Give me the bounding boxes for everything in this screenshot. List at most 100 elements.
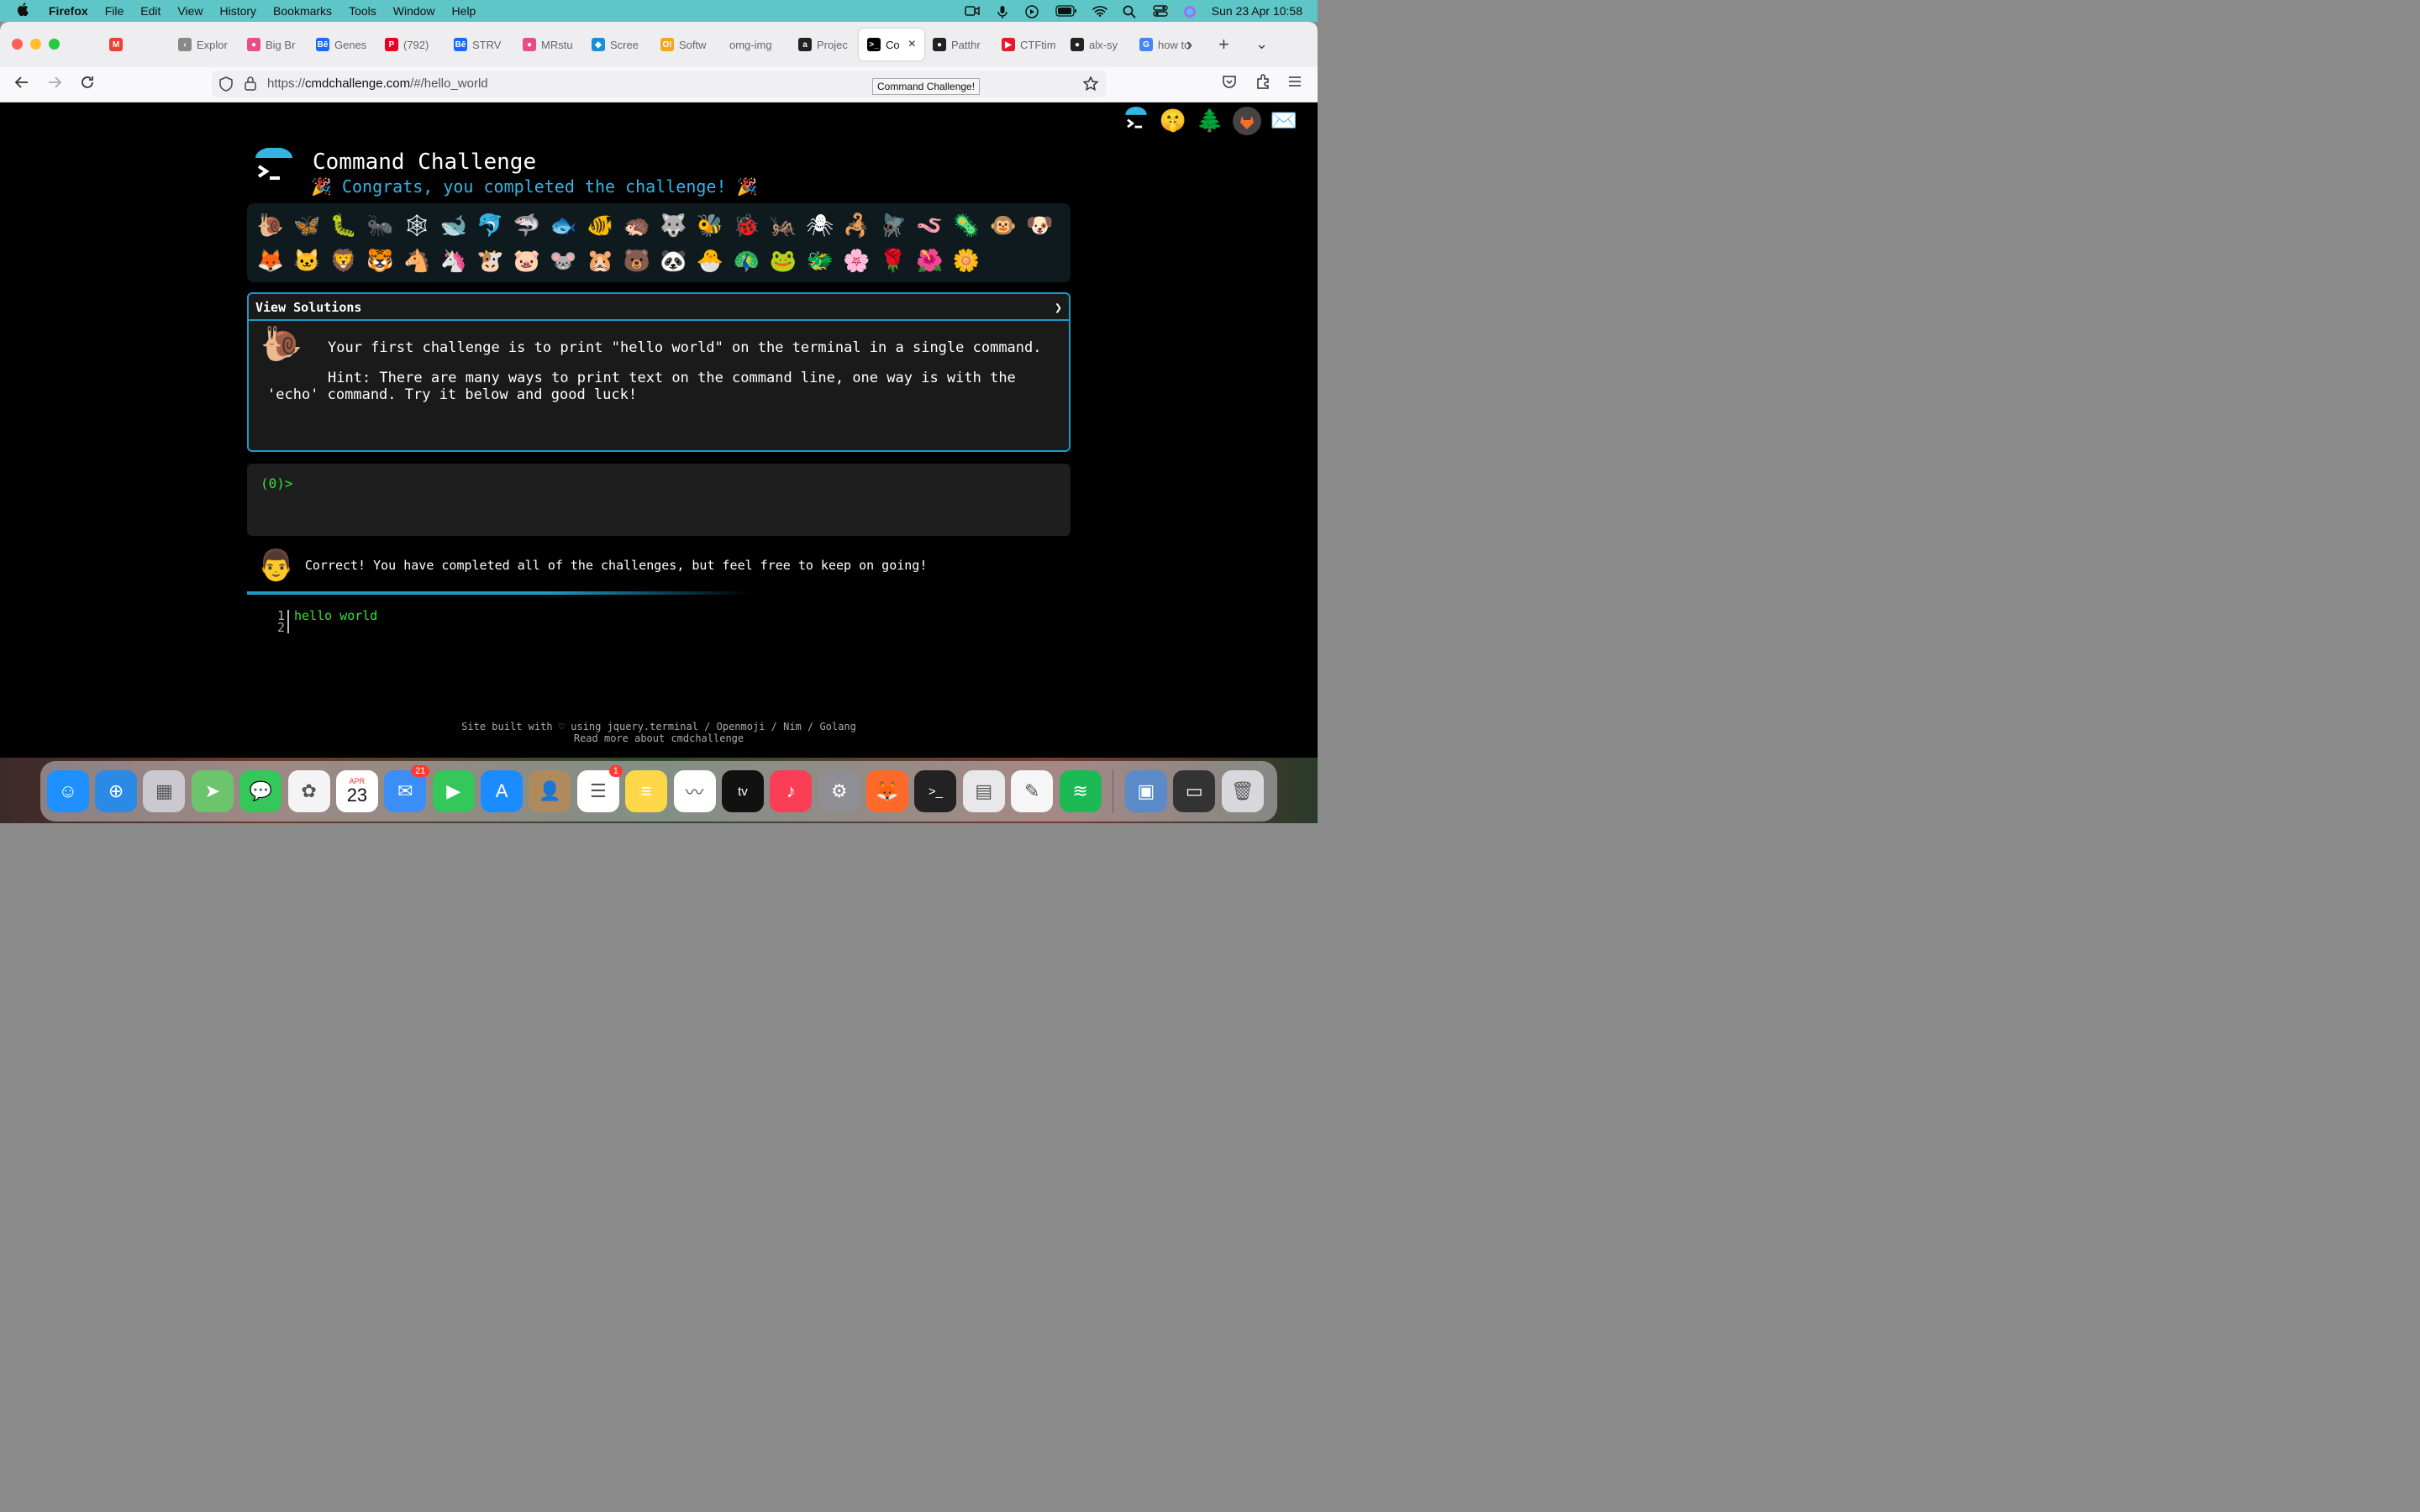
pocket-icon[interactable] <box>1222 74 1237 94</box>
menu-view[interactable]: View <box>177 4 203 18</box>
challenge-badge[interactable]: 🐵 <box>985 208 1022 244</box>
menu-tools[interactable]: Tools <box>349 4 376 18</box>
terminal-input[interactable]: (0)> <box>247 464 1071 536</box>
shushing-face-icon[interactable]: 🤫 <box>1158 106 1188 136</box>
terminal-logo-icon[interactable] <box>1121 106 1151 136</box>
challenge-badge[interactable]: 🐝 <box>692 208 729 244</box>
firefox-icon[interactable]: 🦊 <box>866 770 909 812</box>
photos-icon[interactable]: ✿ <box>287 770 330 812</box>
challenge-badge[interactable]: 🌺 <box>912 244 949 279</box>
app-store-icon[interactable]: A <box>481 770 523 812</box>
challenge-badge[interactable]: 🐜 <box>362 208 399 244</box>
browser-tab[interactable]: ‹ Explor <box>170 29 239 60</box>
challenge-badge[interactable]: 🦚 <box>729 244 765 279</box>
challenge-badge[interactable]: 🪱 <box>912 208 949 244</box>
safari-icon[interactable]: ⊕ <box>95 770 138 812</box>
challenge-badge[interactable]: 🐯 <box>362 244 399 279</box>
challenge-badge[interactable]: 🐶 <box>1021 208 1058 244</box>
browser-tab[interactable]: omg-img <box>721 29 790 60</box>
now-playing-icon[interactable] <box>1025 5 1040 18</box>
challenge-badge[interactable]: 🐌 <box>252 208 289 244</box>
challenge-badge[interactable]: 🐣 <box>692 244 729 279</box>
challenge-badge[interactable]: 🦁 <box>325 244 362 279</box>
challenge-badge[interactable]: 🐱 <box>289 244 326 279</box>
lock-icon[interactable] <box>244 76 257 95</box>
hamburger-menu-icon[interactable] <box>1287 74 1302 94</box>
browser-tab[interactable]: M <box>101 29 170 60</box>
challenge-badge[interactable]: 🦠 <box>948 208 985 244</box>
browser-tab[interactable]: ● Patthr <box>924 29 993 60</box>
close-window-button[interactable] <box>12 39 23 50</box>
bookmark-star-icon[interactable] <box>1082 76 1099 97</box>
reminders-icon[interactable]: ☰ 1 <box>576 765 623 812</box>
challenge-badge[interactable]: 🦄 <box>435 244 472 279</box>
messages-icon[interactable]: 💬 <box>239 770 282 812</box>
control-center-icon[interactable] <box>1153 5 1170 17</box>
challenge-badge[interactable]: 🕸 <box>398 208 435 244</box>
browser-tab[interactable]: ▶ CTFtim <box>993 29 1062 60</box>
browser-tab[interactable]: ● alx-sy <box>1062 29 1131 60</box>
minimize-window-button[interactable] <box>30 39 41 50</box>
preview-icon[interactable]: ▤ <box>962 770 1005 812</box>
spotlight-search-icon[interactable] <box>1123 5 1138 18</box>
challenge-badge[interactable]: 🐬 <box>472 208 509 244</box>
challenge-badge[interactable]: 🐮 <box>472 244 509 279</box>
siri-icon[interactable] <box>1183 5 1197 18</box>
apple-menu-icon[interactable] <box>17 2 35 20</box>
system-settings-icon[interactable]: ⚙ <box>818 770 860 812</box>
extensions-icon[interactable] <box>1255 74 1270 94</box>
challenge-badge[interactable]: 🪰 <box>875 208 912 244</box>
challenge-badge[interactable]: 🐋 <box>435 208 472 244</box>
browser-tab[interactable]: >_ Co × <box>859 29 924 60</box>
reload-button[interactable] <box>79 74 96 96</box>
gitlab-icon[interactable] <box>1232 106 1262 136</box>
trash-icon[interactable]: 🗑 <box>1221 770 1264 812</box>
read-more-link[interactable]: Read more about cmdchallenge <box>0 732 1318 744</box>
challenge-badge[interactable]: 🐲 <box>802 244 839 279</box>
challenge-badge[interactable]: 🐴 <box>398 244 435 279</box>
recent-screenshot-icon[interactable]: ▭ <box>1173 770 1216 812</box>
menu-history[interactable]: History <box>219 4 256 18</box>
challenge-badge[interactable]: 🦂 <box>839 208 876 244</box>
browser-tab[interactable]: Bē Genes <box>308 29 376 60</box>
back-button[interactable] <box>13 74 30 96</box>
folder-stack-icon[interactable]: ▣ <box>1124 770 1167 812</box>
browser-tab[interactable]: ◆ Scree <box>583 29 652 60</box>
challenge-badge[interactable]: 🐺 <box>655 208 692 244</box>
challenge-badge[interactable]: 🐻 <box>618 244 655 279</box>
mail-icon[interactable]: ✉ 21 <box>384 765 430 812</box>
menu-help[interactable]: Help <box>452 4 476 18</box>
spotify-icon[interactable]: ≋ <box>1059 770 1102 812</box>
notes-icon[interactable]: ≡ <box>625 770 668 812</box>
forward-button[interactable] <box>46 74 63 96</box>
challenge-badge[interactable]: 🐸 <box>765 244 802 279</box>
challenge-badge[interactable]: 🐷 <box>508 244 545 279</box>
textedit-icon[interactable]: ✎ <box>1011 770 1054 812</box>
challenge-badge[interactable]: 🐭 <box>545 244 582 279</box>
tracking-protection-shield-icon[interactable] <box>218 76 234 96</box>
new-tab-button[interactable]: + <box>1218 34 1229 55</box>
finder-icon[interactable]: ☺ <box>46 770 89 812</box>
challenge-badge[interactable]: 🕷 <box>802 208 839 244</box>
browser-tab[interactable]: Bē STRV <box>445 29 514 60</box>
freeform-icon[interactable]: 〰 <box>673 770 716 812</box>
challenge-badge[interactable]: 🐛 <box>325 208 362 244</box>
challenge-badge[interactable]: 🐼 <box>655 244 692 279</box>
music-icon[interactable]: ♪ <box>770 770 813 812</box>
apple-tv-icon[interactable]: tv <box>721 770 764 812</box>
challenge-badge[interactable]: 🦊 <box>252 244 289 279</box>
chevron-right-icon[interactable]: ❯ <box>1055 300 1062 315</box>
challenge-badge[interactable]: 🦈 <box>508 208 545 244</box>
list-all-tabs-button[interactable]: ⌄ <box>1255 35 1268 53</box>
menu-bookmarks[interactable]: Bookmarks <box>273 4 332 18</box>
browser-tab[interactable]: P (792) <box>376 29 445 60</box>
challenge-badge[interactable]: 🦋 <box>289 208 326 244</box>
launchpad-icon[interactable]: ▦ <box>143 770 186 812</box>
view-solutions-toggle[interactable]: View Solutions ❯ <box>249 294 1069 321</box>
menu-file[interactable]: File <box>105 4 124 18</box>
tab-scroll-right-icon[interactable]: › <box>1186 34 1192 55</box>
maps-icon[interactable]: ➤ <box>191 770 234 812</box>
challenge-badge[interactable]: 🐹 <box>581 244 618 279</box>
browser-tab[interactable]: ● Big Br <box>239 29 308 60</box>
facetime-icon[interactable]: ▶ <box>432 770 475 812</box>
